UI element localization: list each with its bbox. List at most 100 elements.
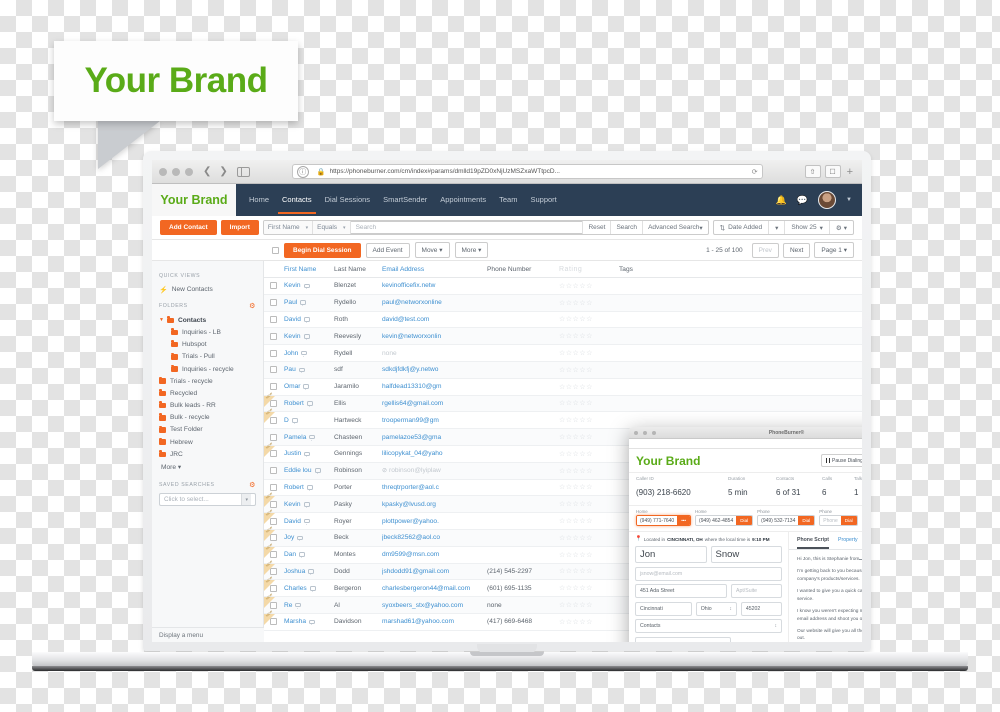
cell-email[interactable]: ⊘ robinson@lyiplaw bbox=[382, 467, 487, 474]
pause-dialing-button[interactable]: Pause Dialing bbox=[820, 454, 862, 467]
bell-icon[interactable]: 🔔 bbox=[776, 195, 787, 206]
sidebar-folder-trials-recycle[interactable]: Trials - recycle bbox=[159, 375, 256, 387]
cell-first-name[interactable]: Joshua bbox=[284, 568, 334, 575]
cell-email[interactable]: kpasky@lvusd.org bbox=[382, 501, 487, 508]
cell-rating[interactable]: ☆☆☆☆☆ bbox=[559, 601, 619, 609]
nav-item-appointments[interactable]: Appointments bbox=[439, 186, 487, 214]
cell-first-name[interactable]: Justin bbox=[284, 450, 334, 457]
cell-email[interactable]: jshdodd91@gmail.com bbox=[382, 568, 487, 575]
cell-first-name[interactable]: Pau bbox=[284, 366, 334, 373]
nav-item-smartsender[interactable]: SmartSender bbox=[382, 186, 428, 214]
cell-email[interactable]: plottpower@yahoo. bbox=[382, 518, 487, 525]
cell-email[interactable]: sdkdjfdkfj@y.netwo bbox=[382, 366, 487, 373]
share-icon[interactable]: ⇧ bbox=[804, 165, 821, 178]
table-row[interactable]: John Rydell none ☆☆☆☆☆ bbox=[264, 345, 862, 362]
cell-email[interactable]: jbeck82562@aol.co bbox=[382, 534, 487, 541]
comment-bubble-icon[interactable] bbox=[314, 468, 321, 474]
tab-property[interactable]: Property bbox=[838, 537, 858, 549]
cell-email[interactable]: threqtrporter@aol.c bbox=[382, 484, 487, 491]
cell-email[interactable]: charlesbergeron44@mail.com bbox=[382, 585, 487, 592]
comment-bubble-icon[interactable] bbox=[303, 283, 310, 289]
row-checkbox[interactable] bbox=[270, 332, 277, 340]
column-phone[interactable]: Phone Number bbox=[487, 266, 559, 273]
comment-bubble-icon[interactable] bbox=[303, 333, 310, 340]
cell-rating[interactable]: ☆☆☆☆☆ bbox=[559, 315, 619, 323]
cell-rating[interactable]: ☆☆☆☆☆ bbox=[559, 416, 619, 424]
saved-search-select[interactable]: Click to select... ▾ bbox=[159, 493, 256, 507]
nav-item-home[interactable]: Home bbox=[248, 186, 270, 214]
folder-select[interactable]: Contacts ↕ bbox=[635, 619, 782, 633]
row-checkbox[interactable] bbox=[270, 349, 277, 357]
row-checkbox[interactable] bbox=[270, 467, 277, 475]
apt-suite-field[interactable]: Apt/Suite bbox=[731, 584, 782, 598]
table-row[interactable]: Paul Rydello paul@networxonline ☆☆☆☆☆ bbox=[264, 294, 862, 312]
sidebar-folder-recycled[interactable]: Recycled bbox=[159, 387, 256, 399]
address-bar[interactable]: ⓘ 🔒 https://phoneburner.com/cm/index#par… bbox=[291, 164, 763, 179]
comment-bubble-icon[interactable] bbox=[304, 451, 311, 457]
comment-bubble-icon[interactable] bbox=[299, 552, 306, 558]
cell-rating[interactable]: ☆☆☆☆☆ bbox=[559, 433, 619, 441]
comment-bubble-icon[interactable] bbox=[303, 518, 310, 525]
dial-button[interactable]: Dial bbox=[798, 516, 815, 525]
column-last-name[interactable]: Last Name bbox=[334, 266, 382, 273]
reload-icon[interactable]: ⟳ bbox=[752, 168, 758, 176]
cell-email[interactable]: kevin@networxonlin bbox=[382, 333, 487, 340]
chat-icon[interactable]: 💬 bbox=[797, 195, 808, 206]
cell-first-name[interactable]: Eddie lou bbox=[284, 467, 334, 474]
zip-field[interactable]: 45202 bbox=[740, 601, 782, 616]
sort-caret[interactable]: ▾ bbox=[769, 221, 786, 234]
cell-rating[interactable]: ☆☆☆☆☆ bbox=[559, 383, 619, 391]
app-logo[interactable]: Your Brand bbox=[152, 184, 236, 216]
phone-input-group-3[interactable]: (949) 532-7134 Dial bbox=[757, 515, 816, 526]
next-page-button[interactable]: Next bbox=[782, 242, 811, 258]
comment-bubble-icon[interactable] bbox=[306, 401, 313, 407]
comment-bubble-icon[interactable] bbox=[295, 602, 302, 609]
cell-first-name[interactable]: Joy bbox=[284, 534, 334, 541]
table-row[interactable]: Kevin Reevesly kevin@networxonlin ☆☆☆☆☆ bbox=[264, 328, 862, 346]
cell-email[interactable]: paul@networxonline bbox=[382, 299, 487, 306]
sidebar-folder-contacts[interactable]: ▼ Contacts bbox=[159, 314, 256, 326]
cell-email[interactable]: david@test.com bbox=[382, 316, 487, 323]
comment-bubble-icon[interactable] bbox=[303, 501, 310, 508]
tabs-icon[interactable]: ☐ bbox=[824, 165, 841, 178]
cell-email[interactable]: syoxbeers_stx@yahoo.com bbox=[382, 602, 487, 609]
comment-bubble-icon[interactable] bbox=[301, 350, 308, 357]
cell-rating[interactable]: ☆☆☆☆☆ bbox=[559, 534, 619, 542]
cell-email[interactable]: kevinofficefix.netw bbox=[382, 282, 487, 289]
city-field[interactable]: Cincinnati bbox=[635, 601, 692, 616]
cell-rating[interactable]: ☆☆☆☆☆ bbox=[559, 332, 619, 340]
cell-rating[interactable]: ☆☆☆☆☆ bbox=[559, 299, 619, 307]
sidebar-toggle-icon[interactable] bbox=[236, 166, 250, 177]
cell-rating[interactable]: ☆☆☆☆☆ bbox=[559, 282, 619, 290]
cell-first-name[interactable]: Kevin bbox=[284, 333, 334, 340]
cell-rating[interactable]: ☆☆☆☆☆ bbox=[559, 517, 619, 525]
cell-first-name[interactable]: Dan bbox=[284, 551, 334, 558]
sidebar-item-new-contacts[interactable]: ⚡ New Contacts bbox=[159, 283, 256, 296]
column-tags[interactable]: Tags bbox=[619, 266, 862, 273]
comment-bubble-icon[interactable] bbox=[306, 485, 313, 491]
nav-item-contacts[interactable]: Contacts bbox=[278, 186, 316, 214]
cell-first-name[interactable]: John bbox=[284, 350, 334, 357]
email-field[interactable]: jsnow@email.com bbox=[635, 566, 782, 581]
sort-button[interactable]: ⇅ Date Added bbox=[714, 221, 770, 234]
comment-bubble-icon[interactable] bbox=[298, 367, 305, 373]
cell-email[interactable]: pamelazoe53@gma bbox=[382, 434, 487, 441]
sidebar-folder-jrc[interactable]: JRC bbox=[159, 448, 256, 460]
cell-first-name[interactable]: Re bbox=[284, 602, 334, 609]
cell-first-name[interactable]: Robert bbox=[284, 400, 334, 407]
cell-email[interactable]: halfdead13310@gm bbox=[382, 383, 487, 390]
cell-rating[interactable]: ☆☆☆☆☆ bbox=[559, 399, 619, 407]
row-checkbox[interactable] bbox=[270, 366, 277, 374]
sidebar-more-button[interactable]: More ▾ bbox=[159, 460, 256, 471]
cell-first-name[interactable]: Kevin bbox=[284, 282, 334, 289]
cell-email[interactable]: lilicopykat_04@yaho bbox=[382, 450, 487, 457]
dial-button[interactable]: ••• bbox=[677, 516, 691, 525]
comment-bubble-icon[interactable] bbox=[309, 619, 315, 625]
advanced-search-button[interactable]: Advanced Search ▾ bbox=[642, 221, 708, 234]
sidebar-folder-hubspot[interactable]: Hubspot bbox=[159, 339, 256, 351]
dial-button[interactable]: Dial bbox=[840, 516, 857, 525]
comment-bubble-icon[interactable] bbox=[303, 317, 310, 323]
row-checkbox[interactable] bbox=[270, 433, 277, 441]
cell-rating[interactable]: ☆☆☆☆☆ bbox=[559, 500, 619, 508]
nav-item-support[interactable]: Support bbox=[529, 186, 557, 214]
